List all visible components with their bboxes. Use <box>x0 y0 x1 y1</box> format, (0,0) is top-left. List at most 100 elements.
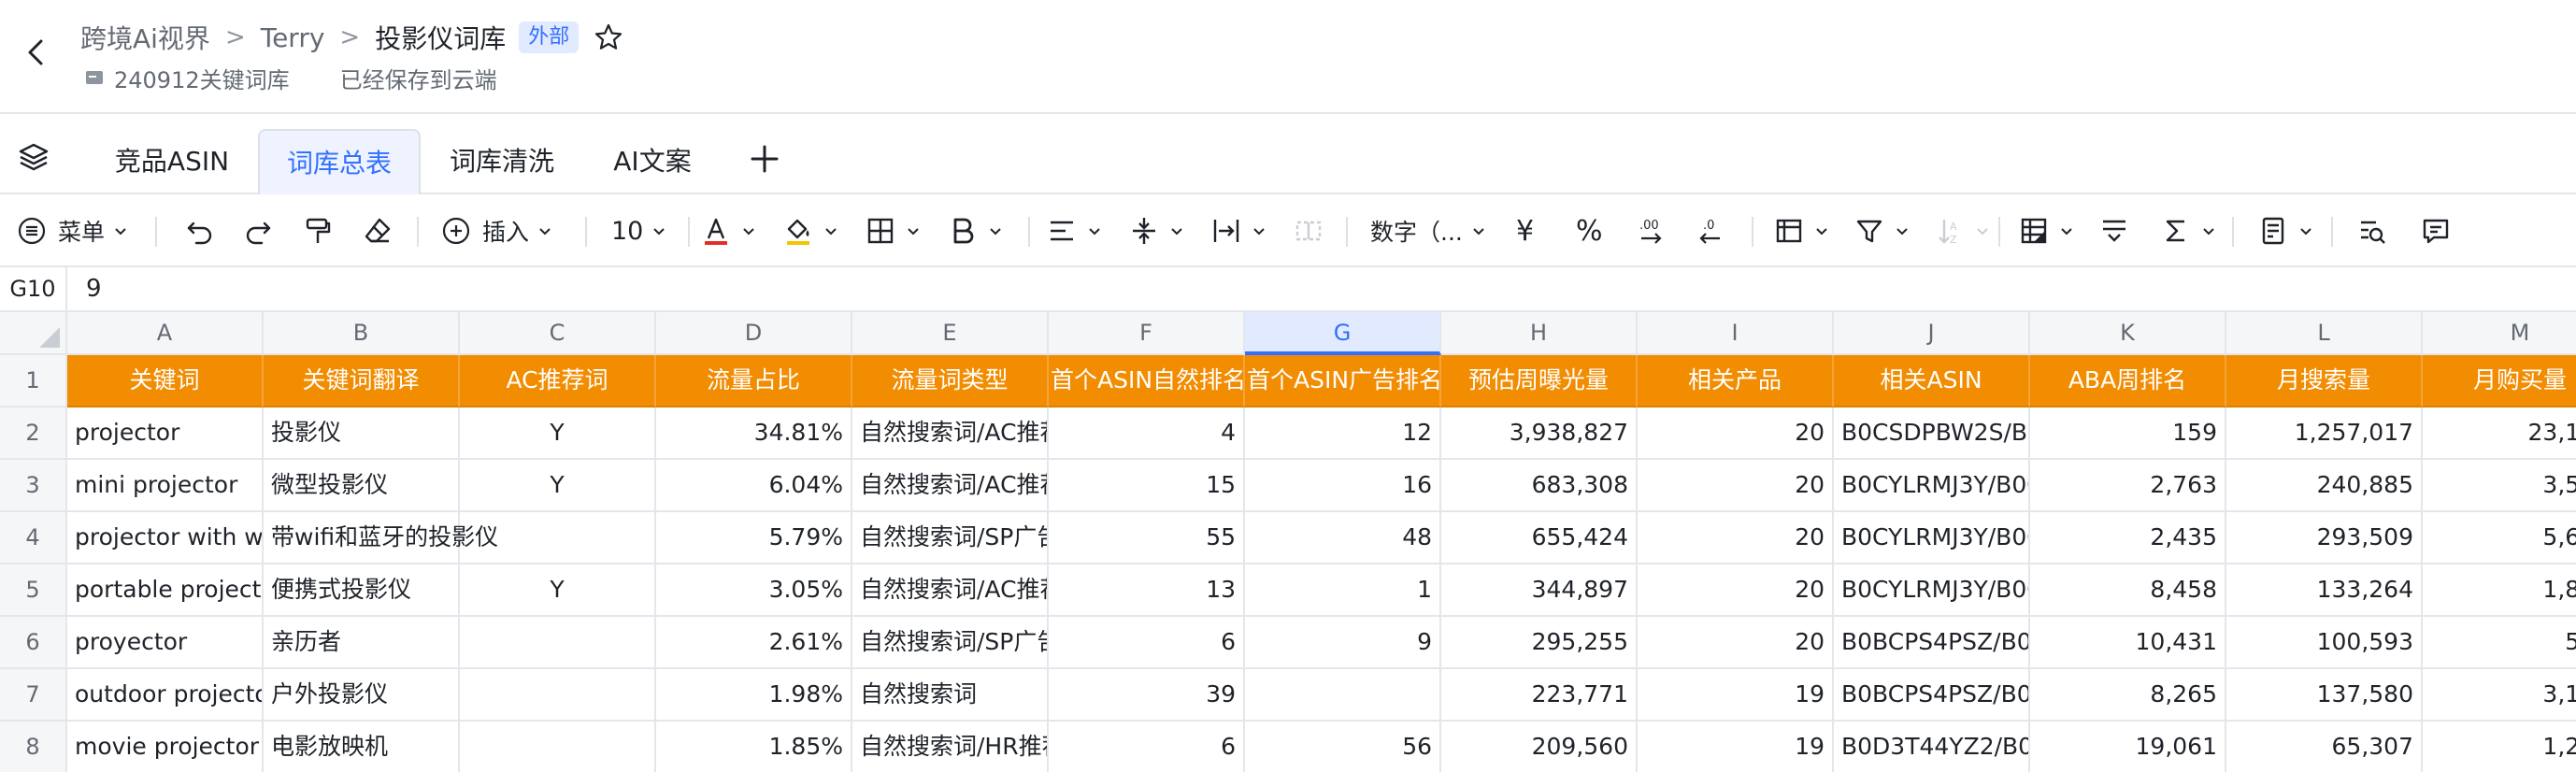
table-cell[interactable]: Y <box>460 460 656 512</box>
table-header-cell[interactable]: 首个ASIN自然排名 <box>1049 355 1245 407</box>
row-header[interactable]: 1 <box>0 355 67 407</box>
column-header-e[interactable]: E <box>852 312 1049 355</box>
table-cell[interactable]: mini projector <box>67 460 264 512</box>
table-cell[interactable]: 5,694 <box>2423 512 2576 565</box>
table-cell[interactable] <box>460 669 656 722</box>
table-cell[interactable]: 56 <box>1245 722 1441 772</box>
table-cell[interactable]: 19 <box>1638 722 1834 772</box>
freeze-button[interactable] <box>1772 213 1830 249</box>
column-header-j[interactable]: J <box>1834 312 2030 355</box>
row-header[interactable]: 7 <box>0 669 67 722</box>
table-header-cell[interactable]: 月购买量 <box>2423 355 2576 407</box>
table-cell[interactable]: 自然搜索词/SP广告词 <box>852 512 1049 565</box>
layers-icon[interactable] <box>17 140 50 174</box>
table-cell[interactable]: 683,308 <box>1441 460 1638 512</box>
folder-name[interactable]: 240912关键词库 <box>114 62 290 94</box>
table-cell[interactable]: 16 <box>1245 460 1441 512</box>
row-header[interactable]: 4 <box>0 512 67 565</box>
font-size-select[interactable]: 10 <box>611 213 667 249</box>
currency-button[interactable]: ¥ <box>1516 213 1534 249</box>
table-cell[interactable] <box>460 617 656 669</box>
merge-cells-button[interactable] <box>1292 213 1325 249</box>
table-cell[interactable]: 100,593 <box>2226 617 2423 669</box>
insert-button[interactable]: 插入 <box>439 213 553 249</box>
table-cell[interactable]: 10,431 <box>2030 617 2226 669</box>
cell-reference-box[interactable]: G10 <box>0 267 67 310</box>
table-cell[interactable]: 293,509 <box>2226 512 2423 565</box>
border-button[interactable] <box>864 213 922 249</box>
row-header[interactable]: 3 <box>0 460 67 512</box>
table-cell[interactable]: 209,560 <box>1441 722 1638 772</box>
conditional-format-button[interactable] <box>2017 213 2075 249</box>
increase-decimal-button[interactable]: .00 <box>1634 213 1667 249</box>
table-cell[interactable]: 23,163 <box>2423 407 2576 460</box>
data-validation-button[interactable] <box>2097 213 2131 249</box>
table-cell[interactable]: 1.85% <box>656 722 852 772</box>
clear-format-button[interactable] <box>361 213 394 249</box>
column-header-b[interactable]: B <box>264 312 460 355</box>
tab-keyword-cleaning[interactable]: 词库清洗 <box>426 129 578 194</box>
table-cell[interactable]: 34.81% <box>656 407 852 460</box>
column-header-f[interactable]: F <box>1049 312 1245 355</box>
tab-ai-copy[interactable]: AI文案 <box>587 129 718 194</box>
table-cell[interactable]: 12 <box>1245 407 1441 460</box>
find-button[interactable] <box>2355 213 2389 249</box>
format-painter-button[interactable] <box>301 213 335 249</box>
table-cell[interactable]: 295,255 <box>1441 617 1638 669</box>
table-cell[interactable]: B0CSDPBW2S/B0CYLRMJ3Y <box>1834 407 2030 460</box>
table-cell[interactable]: 137,580 <box>2226 669 2423 722</box>
table-cell[interactable]: 亲历者 <box>264 617 460 669</box>
back-arrow-icon[interactable] <box>21 36 54 69</box>
text-wrap-button[interactable] <box>1209 213 1267 249</box>
table-header-cell[interactable]: 预估周曝光量 <box>1441 355 1638 407</box>
table-cell[interactable]: 带wifi和蓝牙的投影仪 <box>264 512 498 565</box>
table-cell[interactable]: 自然搜索词/AC推荐词 <box>852 565 1049 617</box>
percent-button[interactable]: % <box>1576 213 1603 249</box>
document-title[interactable]: 投影仪词库 <box>375 19 506 56</box>
table-cell[interactable]: 530 <box>2423 617 2576 669</box>
table-cell[interactable]: 自然搜索词 <box>852 669 1049 722</box>
table-header-cell[interactable]: 首个ASIN广告排名 <box>1245 355 1441 407</box>
table-cell[interactable]: 2,435 <box>2030 512 2226 565</box>
horizontal-align-button[interactable] <box>1045 213 1103 249</box>
table-cell[interactable]: 便携式投影仪 <box>264 565 460 617</box>
tab-keyword-master[interactable]: 词库总表 <box>258 129 421 194</box>
table-cell[interactable]: 投影仪 <box>264 407 460 460</box>
table-header-cell[interactable]: 相关ASIN <box>1834 355 2030 407</box>
table-cell[interactable]: 1,257,017 <box>2226 407 2423 460</box>
table-cell[interactable]: B0D3T44YZ2/B0CYLRMJ3Y <box>1834 722 2030 772</box>
star-icon[interactable] <box>594 22 623 52</box>
table-header-cell[interactable]: 流量词类型 <box>852 355 1049 407</box>
table-cell[interactable]: 65,307 <box>2226 722 2423 772</box>
table-cell[interactable]: 3.05% <box>656 565 852 617</box>
table-cell[interactable]: 3,938,827 <box>1441 407 1638 460</box>
table-cell[interactable]: B0BCPS4PSZ/B0CYLRMJ3Y <box>1834 617 2030 669</box>
table-cell[interactable] <box>1245 669 1441 722</box>
table-cell[interactable]: 20 <box>1638 407 1834 460</box>
table-cell[interactable]: outdoor projector <box>67 669 264 722</box>
table-cell[interactable]: 自然搜索词/SP广告词 <box>852 617 1049 669</box>
column-header-h[interactable]: H <box>1441 312 1638 355</box>
table-cell[interactable]: 电影放映机 <box>264 722 460 772</box>
table-cell[interactable]: Y <box>460 565 656 617</box>
tab-competitor-asin[interactable]: 竞品ASIN <box>92 129 252 194</box>
column-header-g[interactable]: G <box>1245 312 1441 355</box>
table-cell[interactable]: Y <box>460 407 656 460</box>
table-cell[interactable]: 5.79% <box>656 512 852 565</box>
number-format-select[interactable]: 数字（... <box>1370 213 1487 249</box>
table-cell[interactable]: 1.98% <box>656 669 852 722</box>
select-all-corner[interactable] <box>0 312 67 355</box>
table-cell[interactable]: 20 <box>1638 617 1834 669</box>
table-cell[interactable]: movie projector <box>67 722 264 772</box>
table-cell[interactable]: 20 <box>1638 512 1834 565</box>
table-cell[interactable]: B0CYLRMJ3Y/B0CSDPBW2S <box>1834 565 2030 617</box>
decrease-decimal-button[interactable]: .0 <box>1694 213 1727 249</box>
add-sheet-icon[interactable] <box>748 142 781 176</box>
table-cell[interactable]: 19,061 <box>2030 722 2226 772</box>
undo-button[interactable] <box>183 213 217 249</box>
text-color-button[interactable] <box>699 213 757 249</box>
table-cell[interactable]: projector <box>67 407 264 460</box>
spreadsheet-grid[interactable]: A B C D E F G H I J K L M 1 关键词 关键词翻译 AC推荐词 流量占比 流量词类型 首个AS… <box>0 312 2576 772</box>
table-cell[interactable]: 户外投影仪 <box>264 669 460 722</box>
table-header-cell[interactable]: ABA周排名 <box>2030 355 2226 407</box>
